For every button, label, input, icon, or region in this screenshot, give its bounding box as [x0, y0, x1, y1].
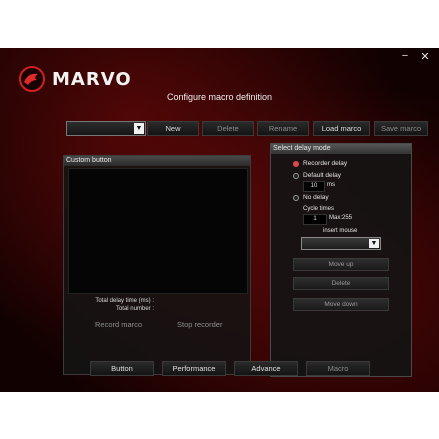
chevron-down-icon: ▼ — [369, 239, 379, 248]
move-up-button[interactable]: Move up — [293, 258, 389, 271]
radio-selected-icon — [293, 160, 299, 167]
move-down-button[interactable]: Move down — [293, 298, 389, 311]
brand-name: MARVO — [52, 68, 132, 90]
close-icon[interactable]: ✕ — [418, 50, 432, 63]
macro-event-list[interactable] — [68, 168, 248, 294]
radio-label: Recorder delay — [303, 160, 348, 167]
chevron-down-icon: ▼ — [134, 123, 144, 134]
marvo-logo-icon — [19, 66, 45, 92]
new-macro-button[interactable]: New — [147, 121, 199, 136]
save-macro-button[interactable]: Save marco — [374, 121, 428, 136]
cycle-max-label: Max:255 — [329, 215, 353, 221]
radio-recorder-delay[interactable]: Recorder delay — [293, 160, 347, 167]
page-title: Configure macro definition — [166, 92, 273, 102]
nav-button-tab[interactable]: Button — [90, 361, 154, 376]
radio-default-delay[interactable]: Default delay — [293, 172, 341, 179]
total-delay-label: Total delay time (ms) : — [95, 298, 154, 304]
nav-advance-tab[interactable]: Advance — [234, 361, 298, 376]
stop-recorder-button[interactable]: Stop recorder — [177, 320, 222, 329]
radio-label: No delay — [303, 194, 329, 201]
radio-no-delay[interactable]: No delay — [293, 194, 329, 201]
cycle-times-label: Cycle times — [303, 206, 335, 212]
load-macro-button[interactable]: Load marco — [313, 121, 370, 136]
default-delay-input[interactable]: 10 — [303, 181, 325, 192]
rename-macro-button[interactable]: Rename — [257, 121, 309, 136]
radio-label: Default delay — [303, 172, 341, 179]
nav-performance-tab[interactable]: Performance — [162, 361, 226, 376]
macro-config-window: − ✕ MARVO Configure macro definition ▼ N… — [0, 48, 439, 392]
custom-button-panel: Custom button Total delay time (ms) : To… — [63, 155, 251, 375]
delete-event-button[interactable]: Delete — [293, 277, 389, 290]
radio-unselected-icon — [293, 172, 299, 179]
record-macro-button[interactable]: Record marco — [95, 320, 142, 329]
delay-mode-title: Select delay mode — [271, 144, 411, 154]
delete-macro-button[interactable]: Delete — [202, 121, 254, 136]
minimize-icon[interactable]: − — [398, 50, 412, 62]
cycle-times-input[interactable]: 1 — [303, 214, 327, 225]
radio-unselected-icon — [293, 194, 299, 201]
total-number-label: Total number : — [115, 306, 154, 312]
custom-button-title: Custom button — [64, 156, 250, 166]
delay-mode-panel: Select delay mode Recorder delay Default… — [270, 143, 412, 377]
macro-select[interactable]: ▼ — [66, 121, 146, 136]
brand-logo: MARVO — [18, 65, 132, 93]
insert-mouse-select[interactable]: ▼ — [301, 237, 381, 250]
delay-unit-label: ms — [327, 182, 335, 188]
insert-mouse-label: insert mouse — [323, 228, 358, 234]
nav-macro-tab[interactable]: Macro — [306, 361, 370, 376]
